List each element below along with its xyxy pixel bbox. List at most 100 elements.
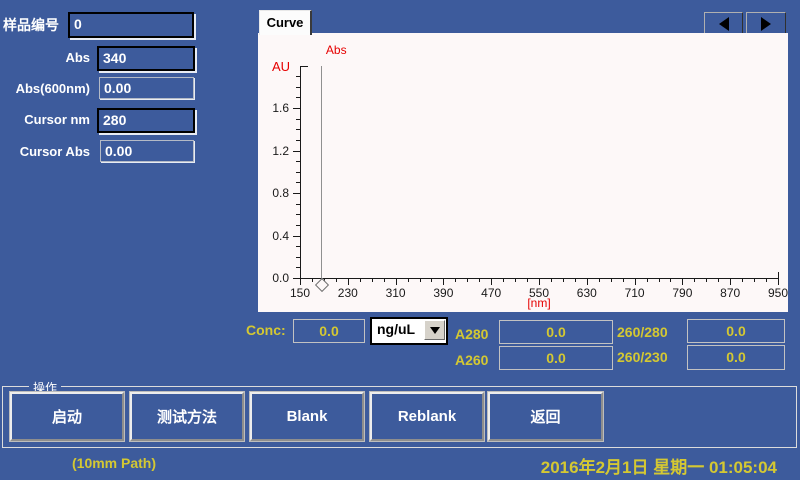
ratio-260-230-label: 260/230 [617, 349, 668, 365]
x-tick [682, 278, 683, 285]
left-arrow-icon [719, 17, 729, 31]
y-tick [293, 108, 300, 109]
x-minor-tick [503, 278, 504, 282]
x-minor-tick [551, 278, 552, 282]
x-minor-tick [420, 278, 421, 282]
a260-readout: 0.0 [499, 346, 613, 370]
chevron-down-icon [430, 327, 440, 334]
x-tick-label: 310 [376, 286, 416, 300]
y-minor-tick [296, 225, 300, 226]
x-tick [491, 278, 492, 285]
conc-label: Conc: [246, 322, 286, 338]
y-tick-label: 0.0 [258, 271, 289, 285]
x-minor-tick [515, 278, 516, 282]
x-minor-tick [718, 278, 719, 282]
ratio-260-280-value: 0.0 [726, 323, 745, 339]
x-minor-tick [766, 278, 767, 282]
x-minor-tick [659, 278, 660, 282]
abs-wavelength-value: 340 [103, 50, 126, 66]
x-minor-tick [563, 278, 564, 282]
series-label: Abs [326, 43, 347, 57]
cursor-nm-label: Cursor nm [0, 112, 90, 127]
y-tick [293, 151, 300, 152]
x-tick-label: 390 [423, 286, 463, 300]
y-tick-label: 0.4 [258, 229, 289, 243]
y-minor-tick [296, 76, 300, 77]
tab-curve[interactable]: Curve [259, 10, 312, 35]
y-axis-title: AU [272, 59, 290, 74]
x-tick-label: 470 [471, 286, 511, 300]
cursor-line [321, 66, 322, 279]
x-tick-label: 950 [758, 286, 798, 300]
abs600-label: Abs(600nm) [0, 81, 90, 96]
y-minor-tick [296, 97, 300, 98]
x-tick-label: 710 [615, 286, 655, 300]
sample-number-input[interactable]: 0 [68, 12, 194, 38]
a260-value: 0.0 [546, 350, 565, 366]
dropdown-button[interactable] [424, 320, 445, 340]
y-minor-tick [296, 257, 300, 258]
return-button[interactable]: 返回 [488, 392, 603, 441]
x-minor-tick [479, 278, 480, 282]
y-minor-tick [296, 129, 300, 130]
x-tick-label: 150 [280, 286, 320, 300]
y-minor-tick [296, 87, 300, 88]
x-minor-tick [742, 278, 743, 282]
x-tick [348, 278, 349, 285]
y-minor-tick [296, 172, 300, 173]
start-button[interactable]: 启动 [10, 392, 124, 441]
a280-value: 0.0 [546, 324, 565, 340]
instrument-screen: 样品编号 0 Abs 340 Abs(600nm) 0.00 Cursor nm… [0, 0, 800, 480]
x-minor-tick [360, 278, 361, 282]
unit-dropdown[interactable]: ng/uL [370, 317, 448, 345]
test-method-button[interactable]: 测试方法 [130, 392, 244, 441]
y-minor-tick [296, 161, 300, 162]
x-minor-tick [754, 278, 755, 282]
y-minor-tick [296, 204, 300, 205]
x-minor-tick [647, 278, 648, 282]
x-tick [778, 278, 779, 285]
blank-button[interactable]: Blank [250, 392, 364, 441]
x-minor-tick [611, 278, 612, 282]
cursor-nm-input[interactable]: 280 [97, 108, 195, 133]
x-minor-tick [670, 278, 671, 282]
abs-wavelength-input[interactable]: 340 [97, 46, 195, 71]
x-minor-tick [575, 278, 576, 282]
x-tick [396, 278, 397, 285]
x-tick [539, 278, 540, 285]
cursor-abs-label: Cursor Abs [0, 144, 90, 159]
x-tick-label: 550 [519, 286, 559, 300]
y-axis-top-cap [300, 66, 308, 67]
x-minor-tick [384, 278, 385, 282]
x-tick-label: 790 [662, 286, 702, 300]
a280-label: A280 [455, 326, 488, 342]
x-tick-label: 870 [710, 286, 750, 300]
x-minor-tick [431, 278, 432, 282]
y-tick [293, 278, 300, 279]
x-tick [730, 278, 731, 285]
conc-value: 0.0 [319, 323, 338, 339]
sample-number-value: 0 [74, 16, 82, 32]
ratio-260-280-readout: 0.0 [687, 319, 785, 343]
spectrum-plot[interactable]: AU Abs [nm] 0.00.40.81.21.61502303103904… [258, 33, 788, 312]
y-minor-tick [296, 246, 300, 247]
cursor-abs-value: 0.00 [105, 143, 132, 159]
x-tick [587, 278, 588, 285]
a260-label: A260 [455, 352, 488, 368]
y-minor-tick [296, 140, 300, 141]
y-axis [300, 66, 301, 279]
x-tick-label: 630 [567, 286, 607, 300]
x-tick [635, 278, 636, 285]
abs600-readout: 0.00 [99, 77, 194, 99]
unit-value: ng/uL [377, 321, 415, 337]
a280-readout: 0.0 [499, 320, 613, 344]
y-tick [293, 193, 300, 194]
y-minor-tick [296, 214, 300, 215]
x-minor-tick [336, 278, 337, 282]
y-minor-tick [296, 119, 300, 120]
x-minor-tick [467, 278, 468, 282]
x-minor-tick [623, 278, 624, 282]
y-minor-tick [296, 182, 300, 183]
y-tick-label: 0.8 [258, 186, 289, 200]
reblank-button[interactable]: Reblank [370, 392, 484, 441]
